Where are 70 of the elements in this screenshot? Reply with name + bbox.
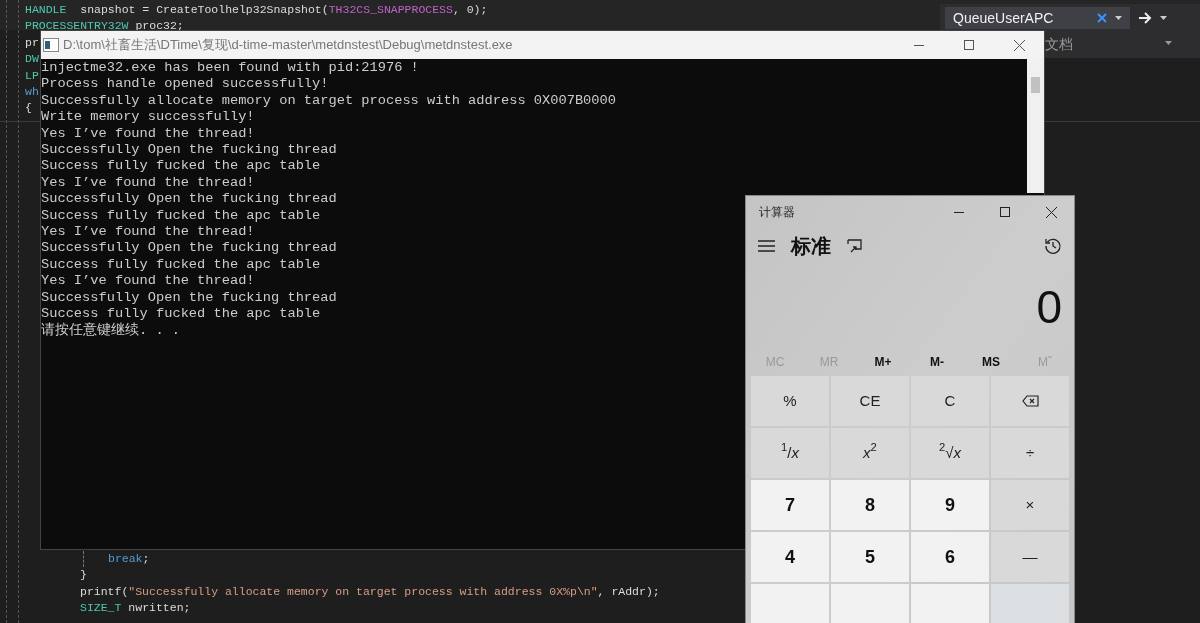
console-line: Success fully fucked the apc table	[41, 158, 321, 175]
backspace-icon	[1021, 395, 1039, 407]
display-value: 0	[1036, 279, 1062, 335]
window-title: 计算器	[759, 204, 796, 221]
keep-on-top-icon[interactable]	[847, 239, 862, 254]
memory-button[interactable]: M+	[874, 352, 892, 371]
console-line: Yes I’ve found the thread!	[41, 224, 255, 241]
console-line: Yes I’ve found the thread!	[41, 273, 255, 290]
console-line: Success fully fucked the apc table	[41, 207, 321, 225]
calculator-key[interactable]: 9	[911, 480, 989, 530]
console-line: Success fully fucked the apc table	[41, 306, 321, 322]
calculator-key[interactable]	[991, 376, 1069, 426]
code-line: {	[25, 100, 32, 117]
caret-icon[interactable]	[1160, 16, 1167, 20]
arrow-right-icon[interactable]	[1138, 12, 1152, 24]
console-line: 请按任意键继续. . .	[41, 322, 181, 339]
close-icon	[1013, 39, 1025, 51]
minimize-icon	[914, 44, 924, 46]
mode-title: 标准	[791, 234, 831, 260]
console-line: Yes I’ve found the thread!	[41, 125, 255, 143]
minimize-icon	[954, 211, 964, 213]
calculator-key[interactable]: 7	[751, 480, 829, 530]
calculator-key[interactable]: x$^{2}$	[831, 428, 909, 478]
code-line: }	[80, 567, 87, 584]
close-icon	[1045, 206, 1057, 218]
console-line: Successfully Open the fucking thread	[41, 240, 337, 257]
calculator-key[interactable]: 6	[911, 532, 989, 582]
console-line: Yes I’ve found the thread!	[41, 174, 255, 192]
caret-icon[interactable]	[1115, 16, 1122, 20]
calculator-key[interactable]: 5	[831, 532, 909, 582]
console-line: injectme32.exe has been found with pid:21976 !	[41, 60, 419, 77]
console-line: Process handle opened successfully!	[41, 76, 329, 93]
console-line: Successfully Open the fucking thread	[41, 289, 337, 307]
console-line: Success fully fucked the apc table	[41, 256, 321, 274]
code-line: wh	[25, 84, 39, 101]
calculator-key[interactable]: C	[911, 376, 989, 426]
scrollbar-thumb[interactable]	[1031, 77, 1040, 93]
history-icon[interactable]	[1044, 237, 1062, 256]
calculator-key[interactable]: $^{1}$/x	[751, 428, 829, 478]
maximize-icon	[964, 40, 974, 50]
code-line: PROCESSENTRY32W proc32;	[25, 18, 184, 35]
window-title: D:\tom\社畜生活\DTime\复现\d-time-master\metdnstest\Debug\metdnstest.exe	[63, 36, 514, 55]
maximize-icon	[1000, 207, 1010, 217]
search-field[interactable]: QueueUserAPC	[945, 7, 1130, 29]
calculator-key[interactable]: 8	[831, 480, 909, 530]
close-icon[interactable]	[1097, 13, 1107, 23]
calculator-key[interactable]: %	[751, 376, 829, 426]
calculator-key[interactable]: 4	[751, 532, 829, 582]
menu-icon[interactable]	[758, 240, 775, 253]
code-line: printf("Successfully allocate memory on target process with address 0X%p\n", rAddr);	[80, 583, 660, 600]
console-line: Successfully Open the fucking thread	[41, 191, 337, 208]
code-line: LP	[25, 67, 39, 84]
calculator-key[interactable]: ×	[991, 480, 1069, 530]
caret-icon[interactable]	[1165, 41, 1172, 45]
console-line: Write memory successfully!	[41, 109, 255, 126]
calculator-key[interactable]: $^{2}$√x	[911, 428, 989, 478]
code-line: pr	[25, 34, 39, 51]
code-line: SIZE_T nwritten;	[80, 600, 191, 617]
panel-label: 文档	[1045, 35, 1073, 54]
calculator-key[interactable]: ÷	[991, 428, 1069, 478]
code-line: HANDLE snapshot = CreateToolhelp32Snapshot(TH32CS_SNAPPROCESS, 0);	[25, 2, 488, 18]
calculator-key[interactable]: CE	[831, 376, 909, 426]
code-line: DW	[25, 51, 39, 68]
scrollbar[interactable]	[1027, 59, 1044, 193]
console-line: Successfully Open the fucking thread	[41, 142, 337, 159]
memory-button[interactable]: M-	[930, 352, 944, 371]
code-line: break;	[83, 551, 150, 568]
memory-button[interactable]: MS	[982, 352, 1000, 371]
console-line: Successfully allocate memory on target process with address 0X007B0000	[41, 92, 616, 110]
calculator-key[interactable]: —	[991, 532, 1069, 582]
